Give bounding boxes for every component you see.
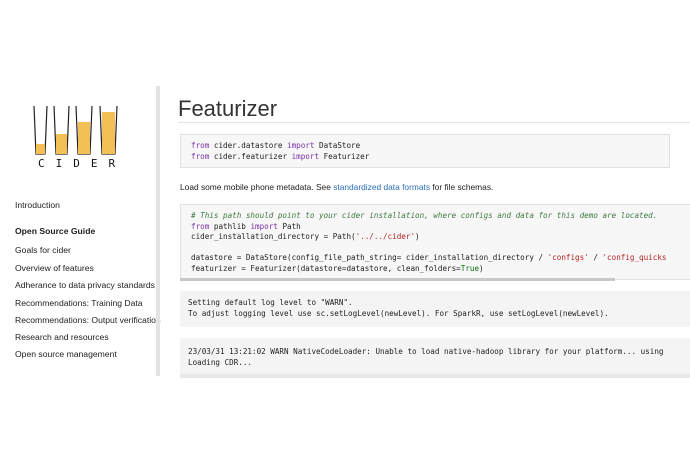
code-block: # This path should point to your cider i…	[191, 211, 667, 275]
output-horizontal-scrollbar[interactable]	[180, 374, 690, 378]
paragraph-text: Load some mobile phone metadata. See	[180, 182, 334, 192]
code-line: 23/03/31 13:21:02 WARN NativeCodeLoader:…	[188, 347, 664, 356]
sidebar-item-research[interactable]: Research and resources	[15, 332, 109, 342]
code-line: To adjust logging level use sc.setLogLev…	[188, 308, 609, 318]
code-line: Setting default log level to "WARN".	[188, 298, 353, 307]
paragraph-text-end: for file schemas.	[430, 182, 494, 192]
code-cell-imports[interactable]: from cider.datastore import DataStore fro…	[180, 134, 670, 168]
sidebar-section-open-source-guide[interactable]: Open Source Guide	[15, 226, 95, 236]
code-cell-horizontal-scrollbar[interactable]	[180, 278, 615, 281]
code-cell-featurizer[interactable]: # This path should point to your cider i…	[180, 204, 690, 280]
sidebar-scrollbar[interactable]	[156, 86, 160, 376]
code-line: from cider.datastore import DataStore	[191, 141, 361, 150]
paragraph: Load some mobile phone metadata. See sta…	[180, 182, 493, 192]
standardized-data-formats-link[interactable]: standardized data formats	[333, 182, 430, 192]
output-cell-log-level: Setting default log level to "WARN". To a…	[180, 291, 690, 327]
code-line: from cider.featurizer import Featurizer	[191, 151, 370, 161]
output-text: Setting default log level to "WARN". To a…	[188, 298, 609, 319]
code-line: Loading CDR...	[188, 357, 253, 367]
sidebar-item-open-source-management[interactable]: Open source management	[15, 349, 117, 359]
code-line: datastore = DataStore(config_file_path_s…	[191, 253, 667, 263]
code-line: cider_installation_directory = Path('../…	[191, 232, 420, 242]
code-line: from pathlib import Path	[191, 221, 301, 231]
logo-text: CIDER	[38, 157, 127, 170]
sidebar-item-data-privacy[interactable]: Adherance to data privacy standards	[15, 280, 155, 290]
sidebar: CIDER Introduction Open Source Guide Goa…	[0, 86, 161, 376]
output-cell-hadoop-warning: 23/03/31 13:21:02 WARN NativeCodeLoader:…	[180, 338, 690, 374]
sidebar-item-training-data[interactable]: Recommendations: Training Data	[15, 298, 143, 308]
code-block: from cider.datastore import DataStore fro…	[191, 141, 369, 162]
sidebar-item-introduction[interactable]: Introduction	[15, 200, 60, 210]
page-title: Featurizer	[178, 96, 278, 121]
sidebar-item-goals[interactable]: Goals for cider	[15, 245, 71, 255]
sidebar-item-output-verification[interactable]: Recommendations: Output verification	[15, 315, 161, 325]
code-line: # This path should point to your cider i…	[191, 211, 658, 220]
cider-logo-icon[interactable]	[32, 104, 128, 156]
sidebar-item-overview[interactable]: Overview of features	[15, 263, 94, 273]
code-line: featurizer = Featurizer(datastore=datast…	[191, 263, 484, 273]
output-text: 23/03/31 13:21:02 WARN NativeCodeLoader:…	[188, 347, 663, 368]
title-divider	[178, 122, 690, 123]
